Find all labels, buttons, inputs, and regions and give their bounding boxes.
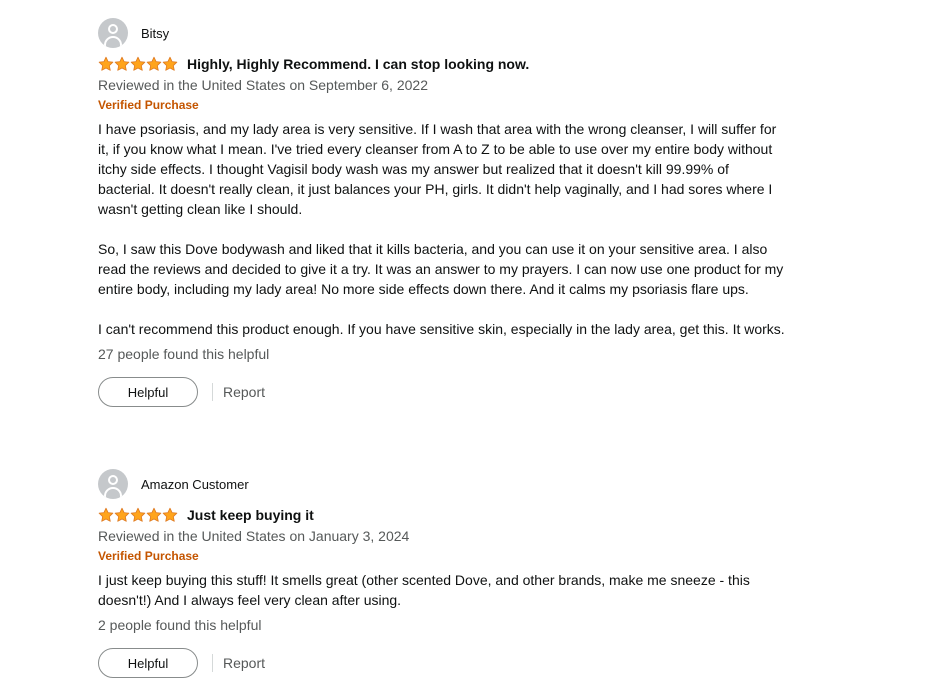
verified-purchase-badge[interactable]: Verified Purchase [98,549,788,565]
helpful-button[interactable]: Helpful [98,377,198,407]
review-actions: Helpful Report [98,377,788,407]
review-date: Reviewed in the United States on Septemb… [98,77,428,93]
avatar[interactable] [98,469,128,499]
star-icon [162,56,178,71]
star-rating[interactable] [98,56,178,72]
report-link[interactable]: Report [223,384,265,400]
review-actions: Helpful Report [98,648,788,678]
action-divider [212,654,213,672]
star-icon [98,507,114,522]
review-body: I have psoriasis, and my lady area is ve… [98,119,788,339]
review-card: Amazon Customer Just keep buying it Revi… [98,469,788,678]
star-rating[interactable] [98,507,178,523]
avatar-head-shape [108,475,118,485]
reviewer-profile[interactable]: Bitsy [98,18,788,48]
reviewer-profile[interactable]: Amazon Customer [98,469,788,499]
star-icon [130,56,146,71]
avatar-body-shape [104,487,122,499]
review-paragraph: So, I saw this Dove bodywash and liked t… [98,241,784,297]
action-divider [212,383,213,401]
star-icon [146,507,162,522]
review-body: I just keep buying this stuff! It smells… [98,570,788,610]
review-header: Just keep buying it [98,506,788,524]
helpful-count: 27 people found this helpful [98,346,270,362]
reviewer-name[interactable]: Bitsy [141,26,169,41]
review-paragraph: I can't recommend this product enough. I… [98,321,785,337]
avatar-head-shape [108,24,118,34]
avatar[interactable] [98,18,128,48]
review-header: Highly, Highly Recommend. I can stop loo… [98,55,788,73]
reviewer-name[interactable]: Amazon Customer [141,477,249,492]
review-paragraph: I just keep buying this stuff! It smells… [98,572,750,608]
verified-purchase-badge[interactable]: Verified Purchase [98,98,788,114]
avatar-body-shape [104,36,122,48]
star-icon [114,56,130,71]
review-title[interactable]: Just keep buying it [187,507,314,523]
star-icon [146,56,162,71]
star-icon [98,56,114,71]
review-title[interactable]: Highly, Highly Recommend. I can stop loo… [187,56,529,72]
star-icon [114,507,130,522]
review-card: Bitsy Highly, Highly Recommend. I can st… [98,18,788,407]
star-icon [162,507,178,522]
star-icon [130,507,146,522]
helpful-button[interactable]: Helpful [98,648,198,678]
helpful-count: 2 people found this helpful [98,617,262,633]
review-paragraph: I have psoriasis, and my lady area is ve… [98,121,777,217]
report-link[interactable]: Report [223,655,265,671]
review-date: Reviewed in the United States on January… [98,528,410,544]
